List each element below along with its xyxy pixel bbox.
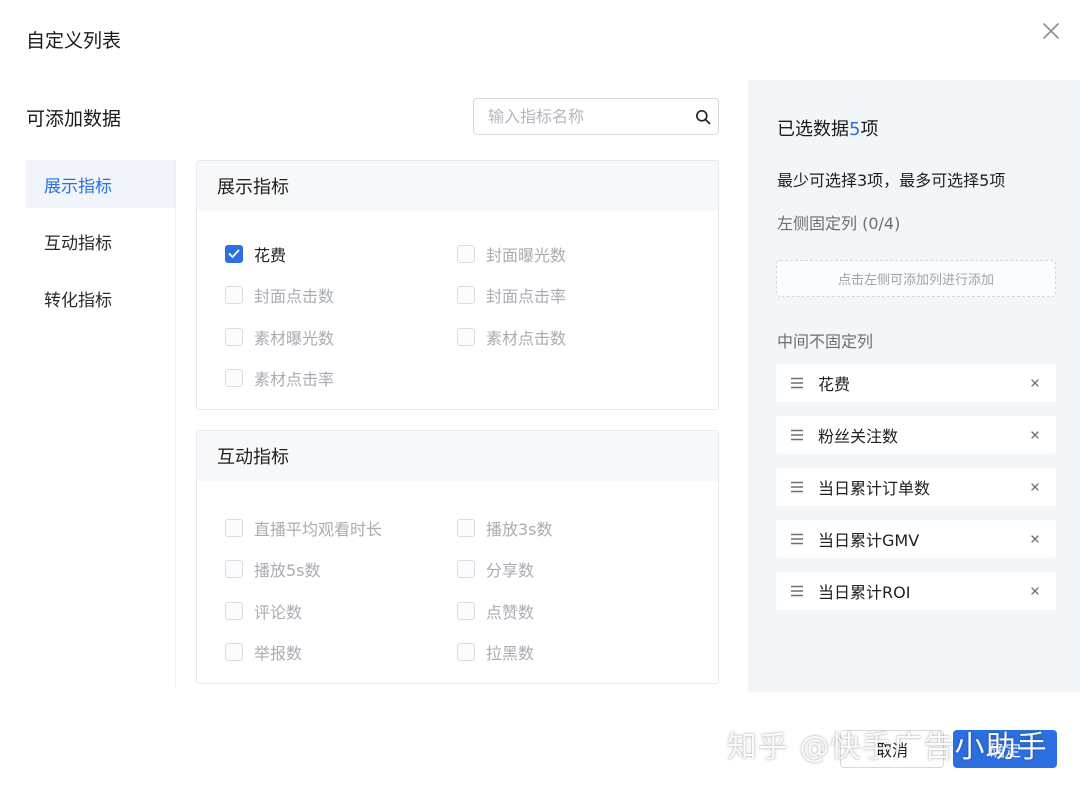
metric-checkbox[interactable]: 封面点击率 bbox=[457, 275, 689, 317]
drag-handle-icon[interactable] bbox=[790, 428, 804, 442]
dialog-title: 自定义列表 bbox=[26, 30, 122, 52]
checkbox-box[interactable] bbox=[457, 643, 475, 662]
metric-checkbox[interactable]: 点赞数 bbox=[457, 590, 689, 632]
checkbox-box[interactable] bbox=[225, 601, 243, 620]
check-icon bbox=[228, 249, 240, 258]
metric-label: 素材点击数 bbox=[486, 328, 567, 348]
checkbox-box[interactable] bbox=[457, 518, 475, 537]
checkbox-box[interactable] bbox=[225, 327, 243, 346]
selected-item[interactable]: 花费 bbox=[776, 364, 1056, 402]
group-header: 互动指标 bbox=[197, 431, 718, 481]
metric-label: 素材点击率 bbox=[254, 370, 335, 390]
selected-item[interactable]: 当日累计ROI bbox=[776, 572, 1056, 610]
drag-handle-icon[interactable] bbox=[790, 480, 804, 494]
metric-checkbox[interactable]: 素材点击率 bbox=[225, 358, 457, 400]
search-box bbox=[473, 98, 719, 135]
metric-checkbox[interactable]: 评论数 bbox=[225, 590, 457, 632]
metric-checkbox[interactable]: 举报数 bbox=[225, 632, 457, 674]
drag-handle-icon[interactable] bbox=[790, 376, 804, 390]
selected-item-label: 花费 bbox=[818, 375, 851, 394]
nav-item-display[interactable]: 展示指标 bbox=[26, 160, 175, 208]
selected-title-suffix: 项 bbox=[860, 119, 879, 140]
selected-item[interactable]: 粉丝关注数 bbox=[776, 416, 1056, 454]
metric-label: 封面曝光数 bbox=[486, 245, 567, 265]
checkbox-box[interactable] bbox=[225, 518, 243, 537]
metric-checkbox[interactable]: 封面曝光数 bbox=[457, 233, 689, 275]
metric-group-display: 展示指标 花费 封面曝光数 封面点击数 封面点击率 素材曝光数 素材点击数 素材… bbox=[196, 160, 719, 410]
selected-item-label: 当日累计订单数 bbox=[818, 479, 931, 498]
category-nav: 展示指标 互动指标 转化指标 bbox=[26, 160, 176, 688]
selected-item[interactable]: 当日累计GMV bbox=[776, 520, 1056, 558]
checkbox-box[interactable] bbox=[457, 601, 475, 620]
selected-item-label: 粉丝关注数 bbox=[818, 427, 899, 446]
selected-item-label: 当日累计ROI bbox=[818, 583, 911, 602]
drag-handle-icon[interactable] bbox=[790, 584, 804, 598]
selected-title: 已选数据5项 bbox=[777, 115, 878, 141]
metric-checkbox[interactable]: 封面点击数 bbox=[225, 275, 457, 317]
selected-item[interactable]: 当日累计订单数 bbox=[776, 468, 1056, 506]
metric-checkbox[interactable]: 播放3s数 bbox=[457, 507, 689, 549]
fixed-columns-drop-zone[interactable]: 点击左侧可添加列进行添加 bbox=[776, 260, 1056, 297]
metric-groups: 展示指标 花费 封面曝光数 封面点击数 封面点击率 素材曝光数 素材点击数 素材… bbox=[196, 160, 719, 688]
checkbox-box[interactable] bbox=[457, 244, 475, 263]
checkbox-box[interactable] bbox=[457, 560, 475, 579]
checkbox-box[interactable] bbox=[457, 286, 475, 305]
selected-panel: 已选数据5项 最少可选择3项，最多可选择5项 左侧固定列 (0/4) 点击左侧可… bbox=[748, 80, 1080, 692]
metric-label: 封面点击率 bbox=[486, 287, 567, 307]
metric-label: 素材曝光数 bbox=[254, 328, 335, 348]
checkbox-box[interactable] bbox=[225, 244, 243, 263]
nav-item-label: 展示指标 bbox=[44, 176, 112, 197]
available-section-title: 可添加数据 bbox=[26, 108, 122, 130]
metric-search-input[interactable] bbox=[474, 99, 688, 134]
confirm-button[interactable]: 确定 bbox=[953, 730, 1057, 768]
fixed-columns-label: 左侧固定列 (0/4) bbox=[777, 214, 901, 233]
metric-checkbox[interactable]: 拉黑数 bbox=[457, 632, 689, 674]
nav-item-label: 转化指标 bbox=[44, 290, 112, 311]
nav-item-interaction[interactable]: 互动指标 bbox=[26, 217, 175, 265]
checkbox-box[interactable] bbox=[225, 643, 243, 662]
metric-label: 播放3s数 bbox=[486, 519, 553, 539]
custom-list-dialog: 自定义列表 可添加数据 展示指标 互动指标 转化指标 展示指标 bbox=[0, 0, 1080, 787]
metric-label: 举报数 bbox=[254, 644, 303, 664]
metric-checkbox[interactable]: 花费 bbox=[225, 233, 457, 275]
checkbox-box[interactable] bbox=[457, 327, 475, 346]
nav-item-label: 互动指标 bbox=[44, 233, 112, 254]
metric-label: 分享数 bbox=[486, 561, 535, 581]
group-header: 展示指标 bbox=[197, 161, 718, 211]
remove-icon[interactable] bbox=[1028, 532, 1042, 546]
metric-label: 评论数 bbox=[254, 602, 303, 622]
checkbox-box[interactable] bbox=[225, 560, 243, 579]
selected-title-prefix: 已选数据 bbox=[777, 119, 849, 140]
metric-label: 花费 bbox=[254, 245, 287, 265]
remove-icon[interactable] bbox=[1028, 428, 1042, 442]
checkbox-box[interactable] bbox=[225, 369, 243, 388]
metric-label: 点赞数 bbox=[486, 602, 535, 622]
close-button[interactable] bbox=[1040, 20, 1062, 42]
metric-checkbox[interactable]: 素材点击数 bbox=[457, 316, 689, 358]
close-icon bbox=[1043, 23, 1059, 39]
search-icon[interactable] bbox=[688, 99, 718, 134]
selected-count: 5 bbox=[849, 119, 861, 140]
metric-checkbox[interactable]: 直播平均观看时长 bbox=[225, 507, 457, 549]
metric-group-interaction: 互动指标 直播平均观看时长 播放3s数 播放5s数 分享数 评论数 点赞数 举报… bbox=[196, 430, 719, 684]
drag-handle-icon[interactable] bbox=[790, 532, 804, 546]
metric-label: 拉黑数 bbox=[486, 644, 535, 664]
metric-label: 播放5s数 bbox=[254, 561, 321, 581]
cancel-button[interactable]: 取消 bbox=[840, 730, 944, 768]
metric-checkbox[interactable]: 播放5s数 bbox=[225, 549, 457, 591]
remove-icon[interactable] bbox=[1028, 480, 1042, 494]
remove-icon[interactable] bbox=[1028, 376, 1042, 390]
nav-item-conversion[interactable]: 转化指标 bbox=[26, 274, 175, 322]
selected-list: 花费 粉丝关注数 当日累计订单数 当日累计GMV 当日累计ROI bbox=[776, 364, 1056, 624]
metric-label: 封面点击数 bbox=[254, 287, 335, 307]
selection-hint: 最少可选择3项，最多可选择5项 bbox=[777, 171, 1006, 190]
remove-icon[interactable] bbox=[1028, 584, 1042, 598]
metric-label: 直播平均观看时长 bbox=[254, 519, 383, 539]
selected-item-label: 当日累计GMV bbox=[818, 531, 920, 550]
middle-columns-label: 中间不固定列 bbox=[777, 332, 874, 351]
checkbox-box[interactable] bbox=[225, 286, 243, 305]
metric-checkbox[interactable]: 素材曝光数 bbox=[225, 316, 457, 358]
metric-checkbox[interactable]: 分享数 bbox=[457, 549, 689, 591]
